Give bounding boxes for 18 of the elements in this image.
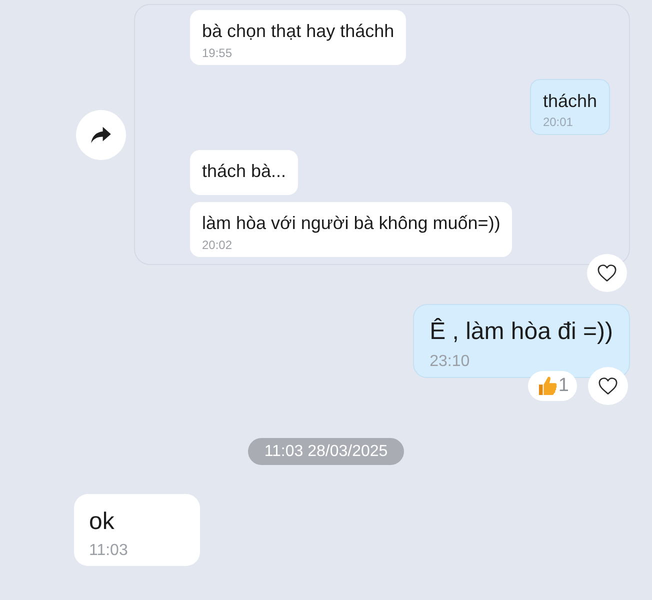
message-text: Ê , làm hòa đi =)): [430, 318, 613, 347]
like-button[interactable]: [588, 366, 628, 405]
reaction-badge[interactable]: 1: [528, 370, 577, 401]
message-time: 11:03: [89, 542, 128, 560]
thumbs-up-icon: [538, 375, 558, 396]
date-separator: 11:03 28/03/2025: [248, 438, 404, 465]
message-time: 23:10: [430, 352, 470, 371]
message-time: 19:55: [202, 46, 232, 60]
message-text: thách bà...: [202, 161, 286, 183]
heart-icon: [598, 376, 618, 395]
heart-icon: [597, 264, 617, 282]
message-time: 20:01: [542, 115, 573, 130]
share-arrow-icon: [90, 126, 112, 144]
message-text: tháchh: [542, 90, 597, 112]
message-text: bà chọn thạt hay tháchh: [202, 21, 394, 43]
message-text: làm hòa với người bà không muốn=)): [202, 213, 500, 235]
message-time: 20:02: [202, 238, 232, 252]
message-text: ok: [89, 508, 114, 536]
